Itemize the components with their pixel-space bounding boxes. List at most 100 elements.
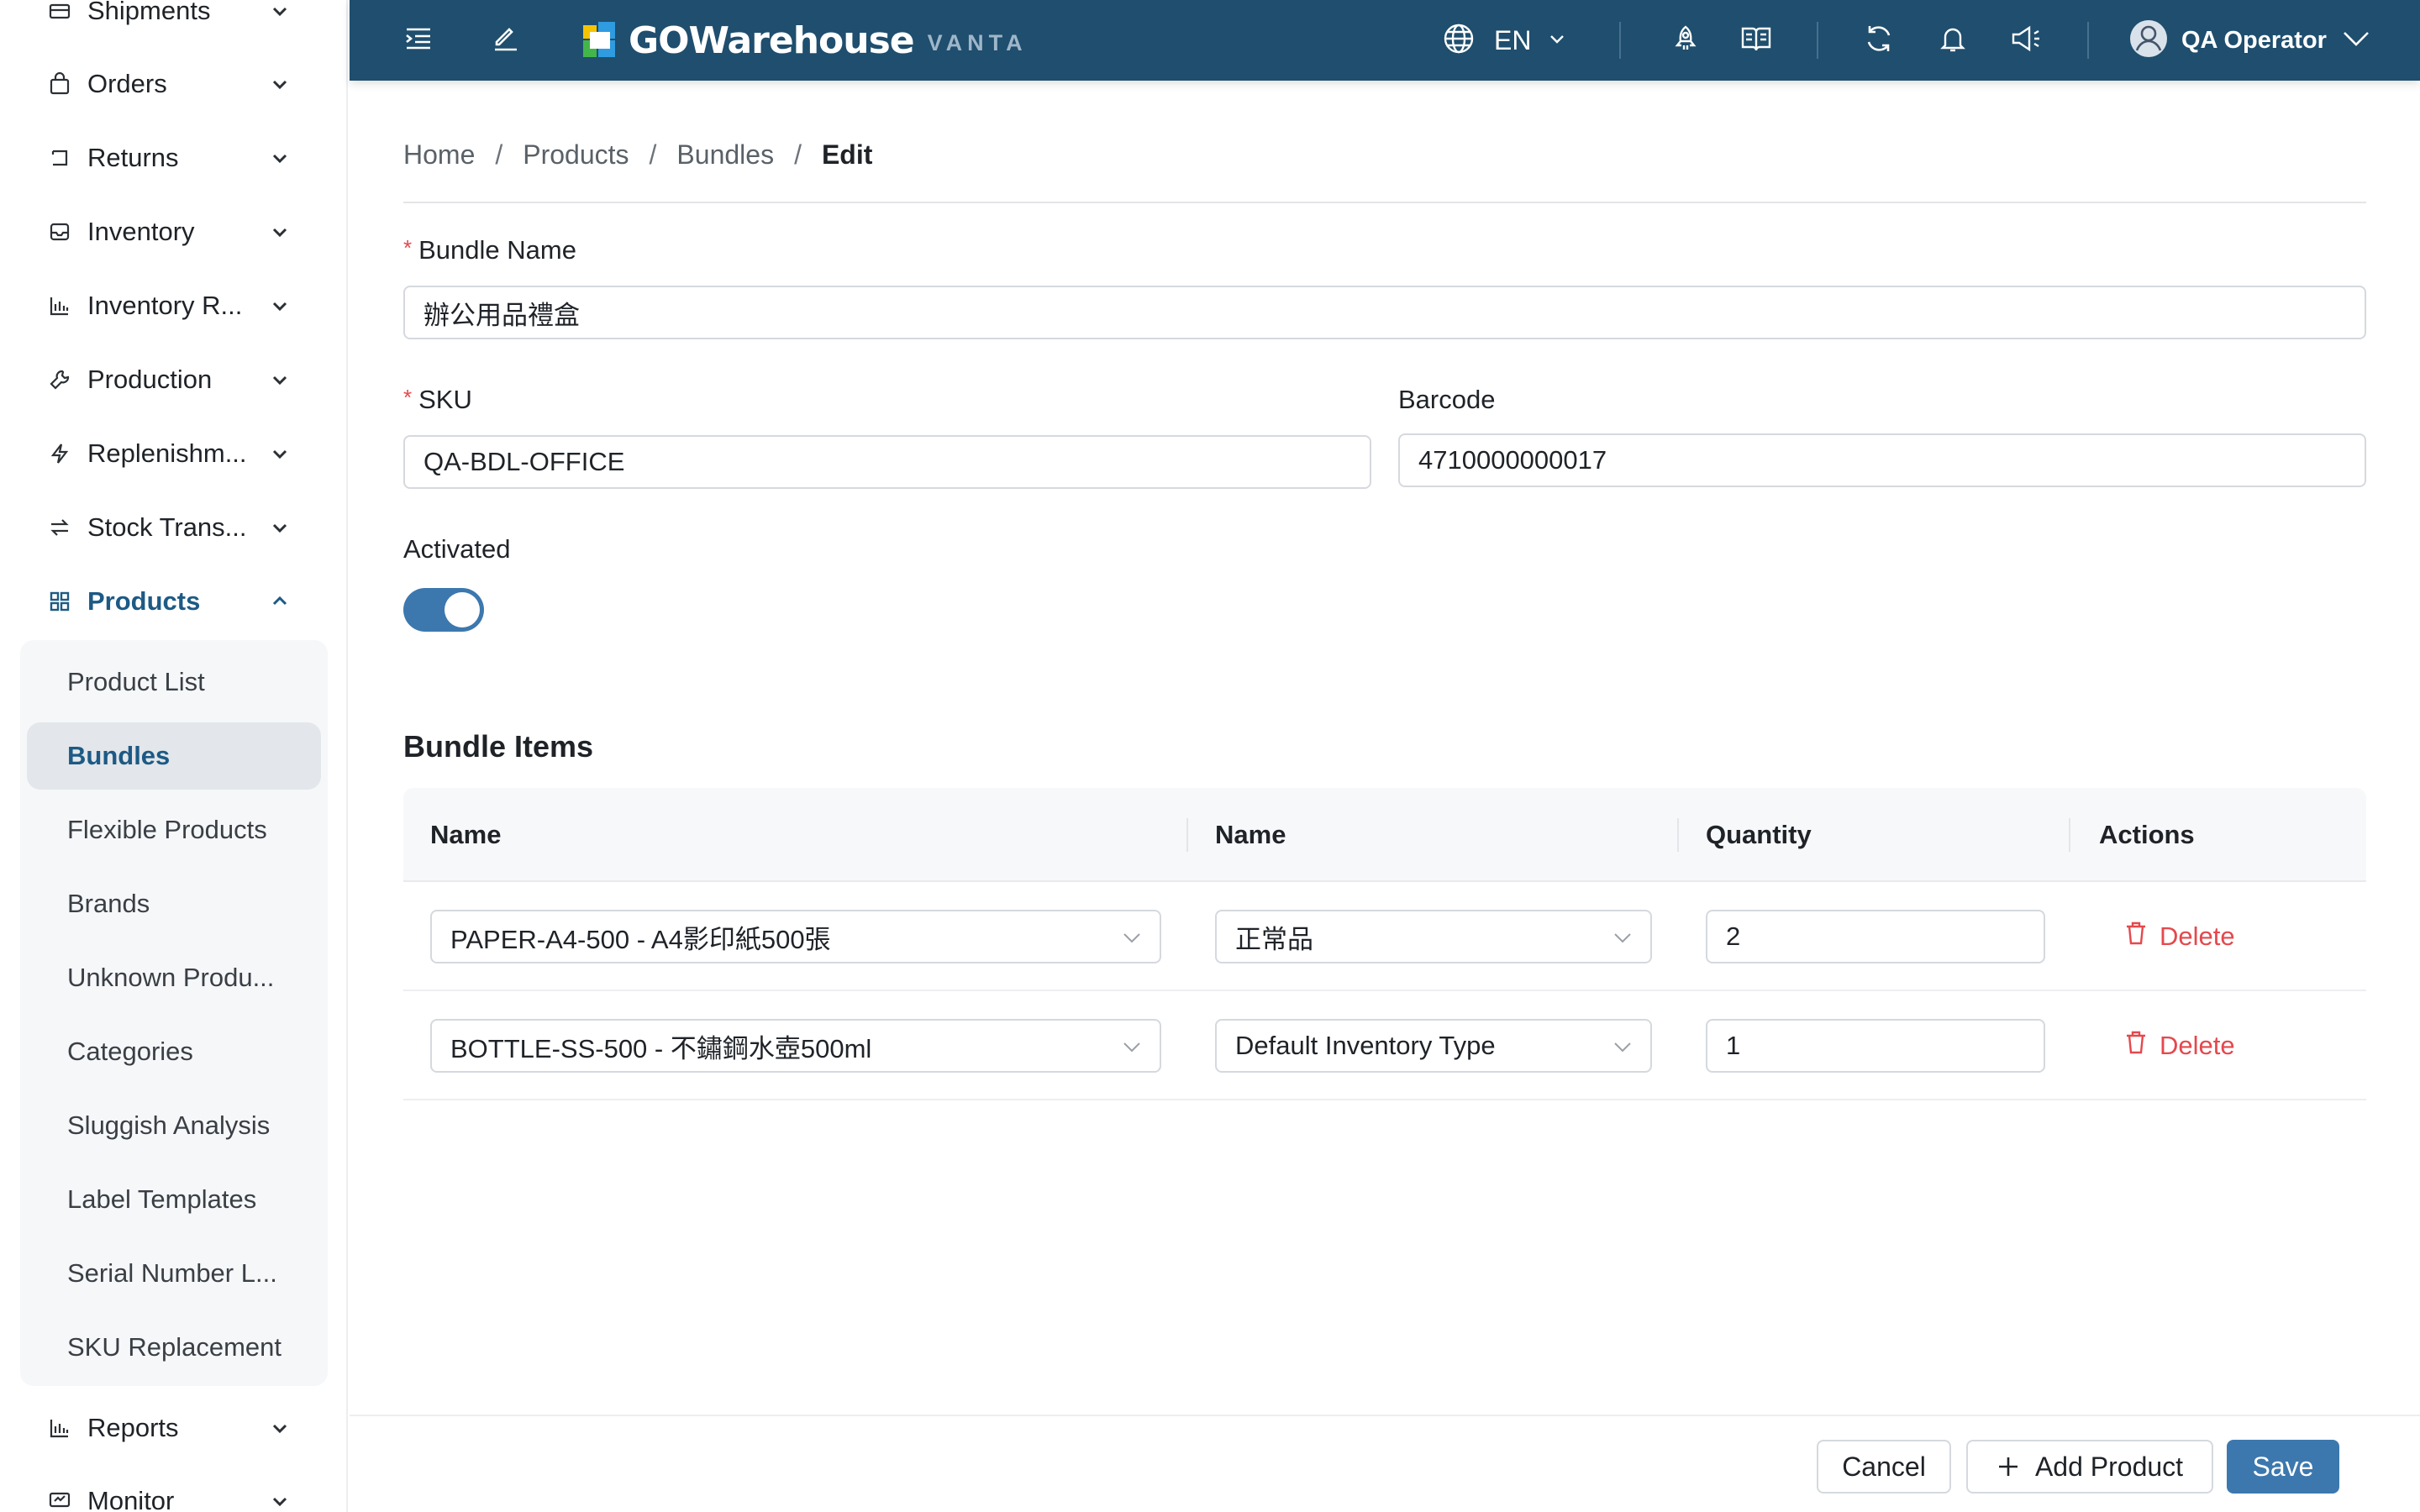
rocket-icon <box>1670 24 1701 58</box>
chevron-up-icon <box>269 591 291 612</box>
shopping-bag-icon <box>47 71 72 97</box>
product-select[interactable]: PAPER-A4-500 - A4影印紙500張 <box>430 910 1161 963</box>
inventory-type-select[interactable]: 正常品 <box>1215 910 1652 963</box>
language-label: EN <box>1494 24 1532 55</box>
sidebar-item-orders[interactable]: Orders <box>0 55 346 113</box>
add-product-label: Add Product <box>2034 1451 2184 1482</box>
language-selector[interactable]: EN <box>1442 20 1566 60</box>
bundle-name-input[interactable] <box>403 286 2366 339</box>
sidebar-subitem-flexible-products[interactable]: Flexible Products <box>47 796 324 864</box>
sidebar-item-label: Inventory <box>87 217 195 246</box>
grid-icon <box>47 589 72 614</box>
docs-button[interactable] <box>1736 20 1776 60</box>
globe-icon <box>1442 22 1476 60</box>
breadcrumb-bundles[interactable]: Bundles <box>676 139 774 171</box>
sidebar-subitem-bundles[interactable]: Bundles <box>27 722 321 790</box>
sku-input[interactable] <box>403 435 1371 489</box>
required-marker: * <box>403 385 413 410</box>
chevron-down-icon <box>269 221 291 243</box>
bar-chart-icon <box>47 293 72 318</box>
sidebar-subitem-serial-number[interactable]: Serial Number L... <box>47 1240 324 1307</box>
sidebar-item-production[interactable]: Production <box>0 350 346 409</box>
chevron-down-icon <box>2342 29 2370 52</box>
sidebar-subitem-label: Categories <box>67 1037 193 1066</box>
refresh-button[interactable] <box>1859 20 1899 60</box>
truck-icon <box>47 0 72 24</box>
chevron-down-icon <box>269 147 291 169</box>
quantity-input[interactable] <box>1706 1019 2045 1073</box>
menu-toggle-button[interactable] <box>398 20 439 60</box>
chevron-down-icon <box>1121 927 1143 948</box>
transfer-icon <box>47 515 72 540</box>
sidebar-item-label: Production <box>87 365 213 394</box>
breadcrumb-home[interactable]: Home <box>403 139 475 171</box>
bundle-items-title: Bundle Items <box>403 729 594 764</box>
sidebar-item-returns[interactable]: Returns <box>0 129 346 187</box>
megaphone-icon <box>2010 24 2044 58</box>
sidebar-subitem-sku-replacement[interactable]: SKU Replacement <box>47 1314 324 1381</box>
sidebar-item-products[interactable]: Products <box>0 572 346 631</box>
table-header: Name Name Quantity Actions <box>403 788 2366 882</box>
sidebar-item-stock-transfer[interactable]: Stock Trans... <box>0 498 346 557</box>
sidebar-subitem-product-list[interactable]: Product List <box>47 648 324 716</box>
activated-toggle[interactable] <box>403 588 484 632</box>
breadcrumb-current: Edit <box>821 139 873 170</box>
inventory-type-value: 正常品 <box>1235 924 1313 954</box>
divider <box>1619 22 1621 59</box>
inbox-icon <box>47 219 72 244</box>
required-marker: * <box>403 235 413 260</box>
divider <box>1817 22 1818 59</box>
table-row: BOTTLE-SS-500 - 不鏽鋼水壺500ml Default Inven… <box>403 991 2366 1100</box>
inventory-type-value: Default Inventory Type <box>1235 1031 1496 1060</box>
table-row: PAPER-A4-500 - A4影印紙500張 正常品 Delete <box>403 882 2366 991</box>
avatar <box>2129 19 2168 62</box>
product-select[interactable]: BOTTLE-SS-500 - 不鏽鋼水壺500ml <box>430 1019 1161 1073</box>
launch-button[interactable] <box>1665 20 1706 60</box>
sidebar-item-inventory-reports[interactable]: Inventory R... <box>0 276 346 335</box>
cancel-button[interactable]: Cancel <box>1817 1440 1951 1494</box>
delete-button[interactable]: Delete <box>2124 1026 2235 1066</box>
chevron-down-icon <box>269 73 291 95</box>
sidebar-subitem-unknown-products[interactable]: Unknown Produ... <box>47 944 324 1011</box>
notifications-button[interactable] <box>1933 20 1973 60</box>
column-header-actions: Actions <box>2099 820 2195 849</box>
sidebar-item-reports[interactable]: Reports <box>0 1399 346 1457</box>
delete-label: Delete <box>2160 1031 2235 1060</box>
sidebar-subitem-label: Flexible Products <box>67 815 267 844</box>
logo-subtitle: VANTA <box>927 29 1028 55</box>
delete-label: Delete <box>2160 921 2235 951</box>
bundle-name-label: * Bundle Name <box>403 235 576 265</box>
sidebar-item-inventory[interactable]: Inventory <box>0 202 346 261</box>
breadcrumb-products[interactable]: Products <box>523 139 629 171</box>
sidebar-subitem-sluggish-analysis[interactable]: Sluggish Analysis <box>47 1092 324 1159</box>
chevron-down-icon <box>1548 29 1566 52</box>
column-divider <box>1677 818 1679 852</box>
inventory-type-select[interactable]: Default Inventory Type <box>1215 1019 1652 1073</box>
breadcrumb: Home / Products / Bundles / Edit <box>403 139 872 171</box>
announcements-button[interactable] <box>2007 20 2047 60</box>
divider <box>403 202 2366 203</box>
bar-chart-icon <box>47 1415 72 1441</box>
barcode-input[interactable] <box>1398 433 2366 487</box>
add-product-button[interactable]: Add Product <box>1966 1440 2213 1494</box>
chevron-down-icon <box>269 295 291 317</box>
sidebar-subitem-label-templates[interactable]: Label Templates <box>47 1166 324 1233</box>
delete-button[interactable]: Delete <box>2124 916 2235 957</box>
sidebar-subitem-categories[interactable]: Categories <box>47 1018 324 1085</box>
save-button[interactable]: Save <box>2227 1440 2339 1494</box>
pencil-icon <box>491 24 521 58</box>
divider <box>2087 22 2089 59</box>
breadcrumb-separator: / <box>649 139 657 170</box>
sidebar-item-monitor[interactable]: Monitor <box>0 1472 346 1512</box>
user-name: QA Operator <box>2181 26 2327 54</box>
sidebar-item-replenishment[interactable]: Replenishm... <box>0 424 346 483</box>
quantity-input[interactable] <box>1706 910 2045 963</box>
chevron-down-icon <box>269 1490 291 1512</box>
user-menu[interactable]: QA Operator <box>2129 18 2370 62</box>
product-select-value: BOTTLE-SS-500 - 不鏽鋼水壺500ml <box>450 1033 872 1063</box>
breadcrumb-separator: / <box>794 139 802 170</box>
product-select-value: PAPER-A4-500 - A4影印紙500張 <box>450 924 831 954</box>
edit-button[interactable] <box>486 20 526 60</box>
sidebar-item-shipments[interactable]: Shipments <box>0 0 346 40</box>
sidebar-subitem-brands[interactable]: Brands <box>47 870 324 937</box>
